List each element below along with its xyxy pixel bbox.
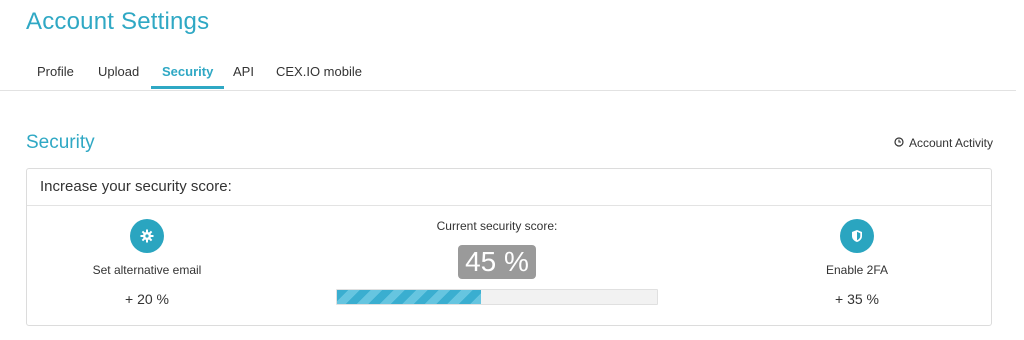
alternative-email-item[interactable]: Set alternative email + 20 % (67, 219, 227, 307)
tab-security[interactable]: Security (150, 64, 225, 89)
section-title: Security (26, 132, 95, 153)
enable-2fa-label: Enable 2FA (825, 263, 889, 277)
current-score-label: Current security score: (436, 219, 558, 233)
alternative-email-pct: + 20 % (125, 291, 169, 307)
enable-2fa-pct: + 35 % (835, 291, 879, 307)
security-progress-fill (337, 290, 481, 304)
alternative-email-label: Set alternative email (92, 263, 202, 277)
current-score-block: Current security score: 45 % (327, 219, 667, 305)
tab-api[interactable]: API (233, 64, 254, 88)
account-activity-link[interactable]: Account Activity (894, 136, 993, 150)
shield-icon[interactable] (840, 219, 874, 253)
page-title: Account Settings (26, 8, 210, 35)
clock-icon (894, 136, 904, 150)
settings-tabs: Profile Upload Security API CEX.IO mobil… (0, 58, 1016, 91)
account-activity-label: Account Activity (908, 136, 993, 150)
score-badge: 45 % (458, 245, 536, 279)
security-progress-bar (336, 289, 658, 305)
enable-2fa-item[interactable]: Enable 2FA + 35 % (777, 219, 937, 307)
tab-upload[interactable]: Upload (98, 64, 139, 88)
tab-cexio-mobile[interactable]: CEX.IO mobile (276, 64, 362, 88)
security-score-card: Increase your security score: Set altern… (26, 168, 992, 326)
tab-profile[interactable]: Profile (37, 64, 74, 88)
card-header: Increase your security score: (27, 169, 991, 206)
gear-icon[interactable] (130, 219, 164, 253)
